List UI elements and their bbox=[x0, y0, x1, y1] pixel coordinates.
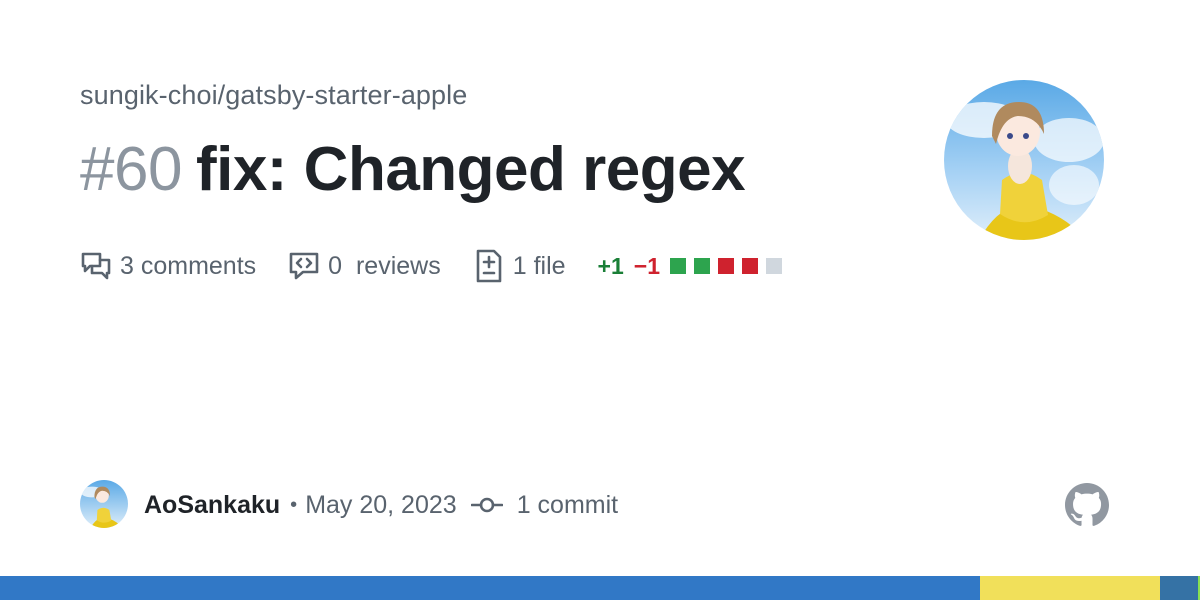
pr-stats: 3 comments 0 reviews 1 file +1 −1 bbox=[80, 246, 790, 286]
github-mark-icon[interactable] bbox=[1065, 483, 1109, 532]
reviews-count: 0 reviews bbox=[328, 251, 441, 280]
diff-square-2 bbox=[718, 258, 734, 274]
pr-number: #60 bbox=[80, 135, 182, 204]
comment-discussion-icon bbox=[81, 252, 111, 280]
diff-square-0 bbox=[670, 258, 686, 274]
file-diff-icon bbox=[476, 249, 502, 283]
pr-title-text: fix: Changed regex bbox=[195, 135, 746, 204]
pr-date: May 20, 2023 bbox=[305, 490, 457, 519]
code-review-icon bbox=[289, 252, 319, 280]
comments-stat[interactable]: 3 comments bbox=[80, 250, 256, 282]
commit-label: 1 commit bbox=[516, 490, 619, 519]
deletions-count: −1 bbox=[633, 252, 660, 279]
author-avatar-large bbox=[944, 80, 1104, 240]
language-segment-1 bbox=[980, 576, 1161, 600]
pr-footer: AoSankaku • May 20, 2023 1 commit bbox=[144, 484, 618, 526]
commit-count[interactable]: 1 commit bbox=[470, 490, 619, 520]
files-stat[interactable]: 1 file bbox=[473, 249, 566, 283]
repo-name[interactable]: sungik-choi/gatsby-starter-apple bbox=[80, 80, 467, 111]
diff-square-4 bbox=[766, 258, 782, 274]
diff-squares bbox=[670, 258, 790, 274]
additions-count: +1 bbox=[597, 252, 624, 279]
separator-dot: • bbox=[290, 493, 298, 516]
comments-count: 3 comments bbox=[120, 251, 257, 280]
diff-square-3 bbox=[742, 258, 758, 274]
pr-title: #60 fix: Changed regex bbox=[80, 134, 900, 205]
language-segment-0 bbox=[0, 576, 981, 600]
author-avatar-small[interactable] bbox=[80, 480, 128, 528]
language-segment-2 bbox=[1160, 576, 1198, 600]
author-name[interactable]: AoSankaku bbox=[144, 491, 280, 520]
diffstat: +1 −1 bbox=[598, 253, 790, 280]
reviews-stat[interactable]: 0 reviews bbox=[288, 250, 441, 282]
language-bar bbox=[0, 576, 1200, 600]
git-commit-icon bbox=[470, 497, 503, 513]
diff-square-1 bbox=[694, 258, 710, 274]
files-count: 1 file bbox=[512, 251, 566, 280]
